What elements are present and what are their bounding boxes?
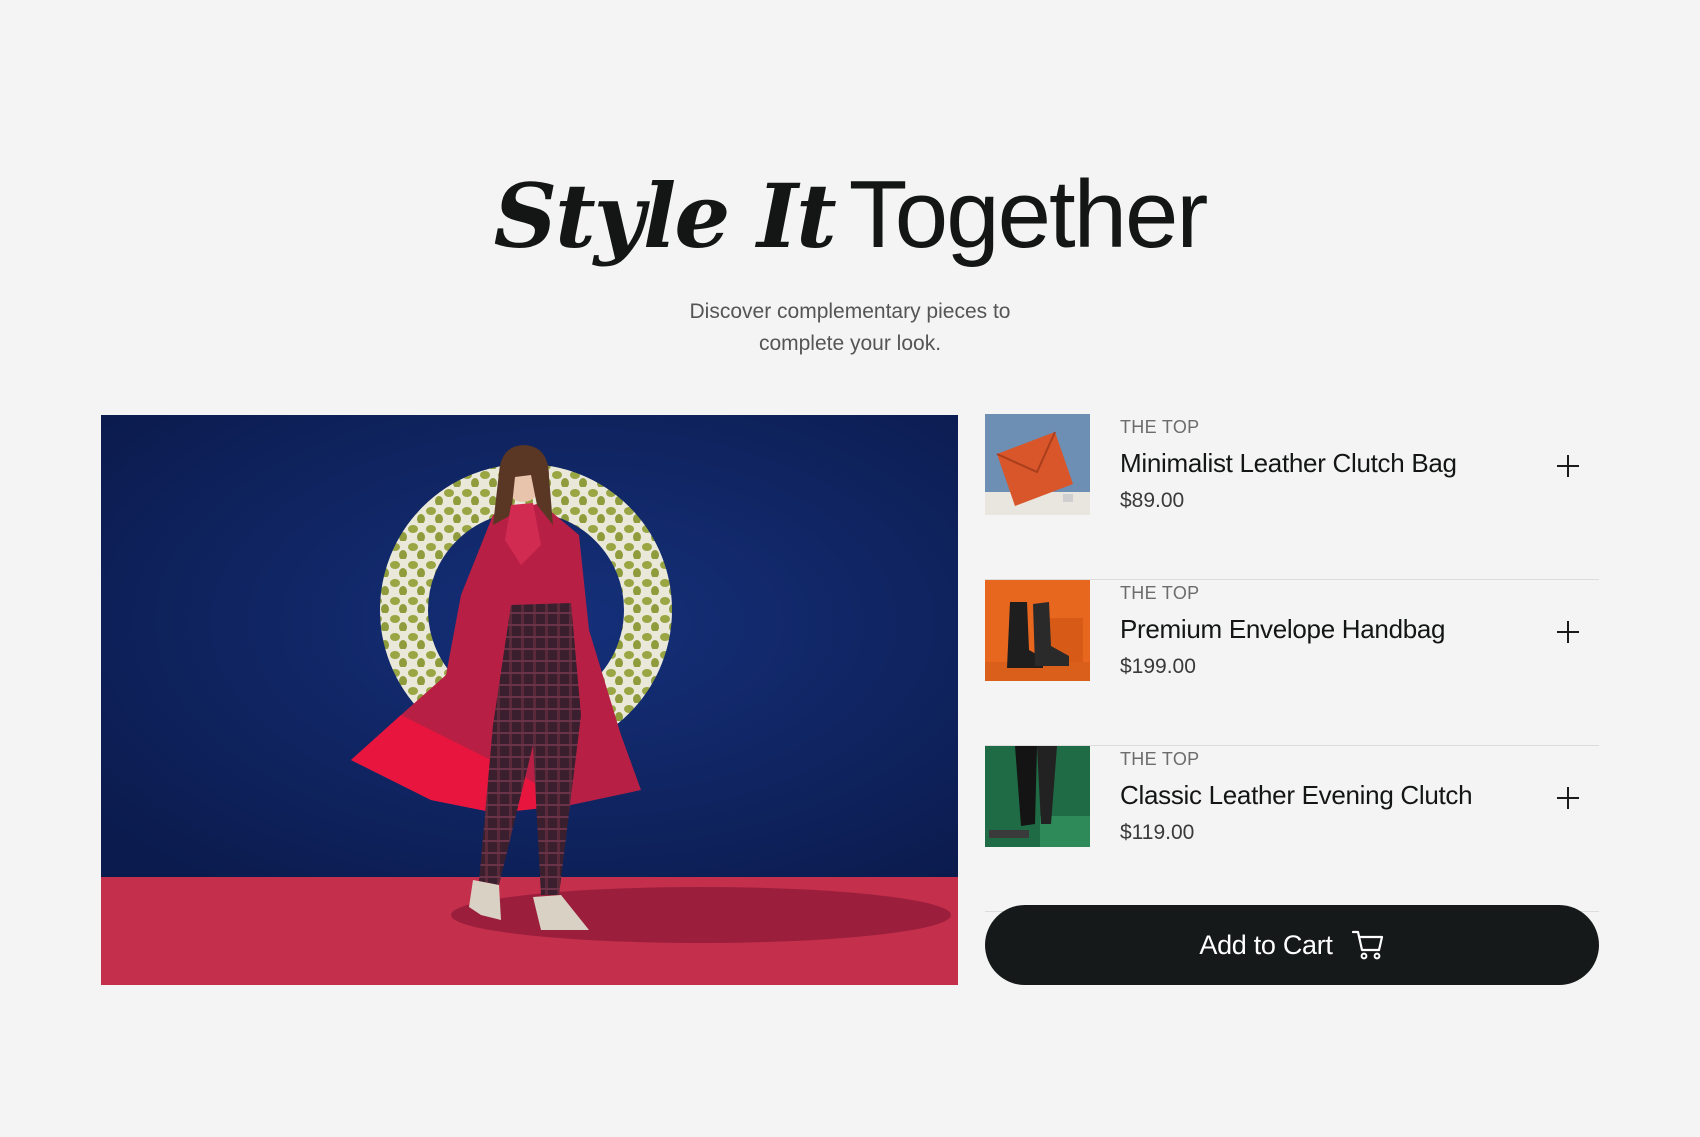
heading-italic: Style It	[493, 164, 837, 268]
product-info: THE TOP Premium Envelope Handbag $199.00	[1120, 582, 1446, 680]
add-to-cart-button[interactable]: Add to Cart	[985, 905, 1599, 985]
page: Style It Together Discover complementary …	[0, 0, 1700, 1137]
product-thumbnail[interactable]	[985, 746, 1090, 847]
product-brand: THE TOP	[1120, 417, 1200, 437]
section-subtitle: Discover complementary pieces to complet…	[0, 296, 1700, 360]
list-item: THE TOP Classic Leather Evening Clutch $…	[985, 746, 1599, 912]
heading-plain: Together	[848, 161, 1209, 268]
product-info: THE TOP Minimalist Leather Clutch Bag $8…	[1120, 416, 1457, 514]
section-heading: Style It Together	[0, 160, 1700, 270]
add-item-button[interactable]	[1551, 615, 1585, 649]
product-thumbnail[interactable]	[985, 414, 1090, 515]
product-thumbnail[interactable]	[985, 580, 1090, 681]
product-list: THE TOP Minimalist Leather Clutch Bag $8…	[985, 414, 1599, 912]
add-to-cart-label: Add to Cart	[1199, 929, 1333, 960]
product-brand: THE TOP	[1120, 583, 1200, 603]
subtitle-line-1: Discover complementary pieces to	[689, 300, 1011, 323]
product-name[interactable]: Minimalist Leather Clutch Bag	[1120, 448, 1457, 478]
product-name[interactable]: Premium Envelope Handbag	[1120, 614, 1446, 644]
add-item-button[interactable]	[1551, 449, 1585, 483]
product-price: $119.00	[1120, 821, 1195, 844]
cart-icon	[1351, 930, 1383, 960]
product-brand: THE TOP	[1120, 749, 1200, 769]
subtitle-line-2: complete your look.	[758, 332, 942, 355]
product-price: $89.00	[1120, 489, 1185, 512]
list-item: THE TOP Minimalist Leather Clutch Bag $8…	[985, 414, 1599, 580]
product-price: $199.00	[1120, 655, 1196, 678]
add-item-button[interactable]	[1551, 781, 1585, 815]
product-info: THE TOP Classic Leather Evening Clutch $…	[1120, 748, 1473, 846]
product-name[interactable]: Classic Leather Evening Clutch	[1120, 780, 1473, 810]
hero-image	[101, 415, 958, 985]
list-item: THE TOP Premium Envelope Handbag $199.00	[985, 580, 1599, 746]
